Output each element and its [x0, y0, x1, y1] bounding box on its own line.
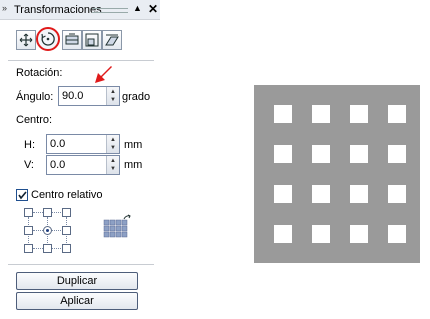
grid-hole: [350, 185, 368, 203]
grid-hole: [350, 105, 368, 123]
panel-grip-icon[interactable]: [92, 8, 128, 13]
panel-titlebar: » Transformaciones ▲ ✕: [0, 0, 160, 20]
anchor-point-selector: [24, 208, 80, 253]
spin-down-icon[interactable]: ▼: [110, 166, 116, 172]
anchor-center[interactable]: [43, 226, 52, 235]
angle-value: 90.0: [62, 90, 84, 102]
red-arrow-icon: [95, 66, 112, 83]
v-value: 0.0: [50, 159, 66, 171]
duplicate-button-label: Duplicar: [56, 275, 98, 287]
h-value: 0.0: [50, 138, 66, 150]
grid-hole: [312, 105, 330, 123]
duplicate-button[interactable]: Duplicar: [16, 272, 138, 290]
spin-up-icon[interactable]: ▲: [110, 89, 116, 95]
mirror-tool-button[interactable]: [62, 30, 82, 50]
grid-hole: [312, 225, 330, 243]
grid-hole: [274, 225, 292, 243]
divider: [8, 264, 154, 265]
angle-label: Ángulo:: [16, 91, 54, 103]
h-label: H:: [24, 139, 35, 151]
anchor-bottom-right[interactable]: [62, 244, 71, 253]
rotate-tool-button[interactable]: [36, 27, 60, 51]
anchor-middle-left[interactable]: [24, 226, 33, 235]
angle-spinbox[interactable]: 90.0 ▲ ▼: [58, 86, 120, 106]
v-unit: mm: [124, 159, 143, 171]
position-tool-button[interactable]: [16, 30, 36, 50]
grid-hole: [274, 185, 292, 203]
spin-up-icon[interactable]: ▲: [110, 137, 116, 143]
grid-hole: [312, 185, 330, 203]
anchor-bottom-left[interactable]: [24, 244, 33, 253]
relative-center-checkbox[interactable]: [16, 189, 28, 201]
grid-hole: [388, 105, 406, 123]
rotate-tool-icon: [41, 32, 55, 46]
grid-hole: [274, 145, 292, 163]
center-label: Centro:: [16, 114, 53, 126]
anchor-top-left[interactable]: [24, 208, 33, 217]
angle-unit: grado: [122, 91, 151, 103]
h-spinbox[interactable]: 0.0 ▲ ▼: [46, 134, 120, 154]
apply-button[interactable]: Aplicar: [16, 292, 138, 310]
grid-hole: [312, 145, 330, 163]
size-tool-button[interactable]: [82, 30, 102, 50]
spin-down-icon[interactable]: ▼: [110, 145, 116, 151]
skew-tool-icon: [105, 34, 119, 46]
grid-hole: [350, 225, 368, 243]
panel-expand-icon[interactable]: »: [2, 3, 7, 13]
collapse-arrow-icon[interactable]: ▲: [133, 3, 142, 13]
h-unit: mm: [124, 139, 143, 151]
size-tool-icon: [85, 33, 99, 47]
rotation-preview-icon: [103, 214, 131, 238]
panel-title: Transformaciones: [14, 4, 102, 16]
checkmark-icon: [18, 191, 27, 200]
close-icon[interactable]: ✕: [148, 2, 158, 16]
skew-tool-button[interactable]: [102, 30, 122, 50]
divider: [8, 60, 154, 61]
h-stepper[interactable]: ▲ ▼: [106, 135, 119, 153]
grid-hole: [388, 145, 406, 163]
rotated-object-preview: [254, 85, 420, 263]
position-tool-icon: [19, 33, 33, 47]
mirror-tool-icon: [65, 33, 79, 45]
grid-hole: [274, 105, 292, 123]
transform-mode-toolbar: [16, 27, 126, 51]
v-spinbox[interactable]: 0.0 ▲ ▼: [46, 155, 120, 175]
spin-up-icon[interactable]: ▲: [110, 158, 116, 164]
anchor-middle-right[interactable]: [62, 226, 71, 235]
grid-hole: [350, 145, 368, 163]
v-stepper[interactable]: ▲ ▼: [106, 156, 119, 174]
anchor-bottom-center[interactable]: [43, 244, 52, 253]
v-label: V:: [24, 159, 34, 171]
relative-center-label: Centro relativo: [31, 189, 103, 201]
rotation-label: Rotación:: [16, 67, 63, 79]
apply-button-label: Aplicar: [60, 295, 94, 307]
transformations-panel: » Transformaciones ▲ ✕ Rotación: Ángulo:…: [0, 0, 160, 319]
anchor-top-center[interactable]: [43, 208, 52, 217]
anchor-top-right[interactable]: [62, 208, 71, 217]
grid-hole: [388, 225, 406, 243]
spin-down-icon[interactable]: ▼: [110, 97, 116, 103]
angle-stepper[interactable]: ▲ ▼: [106, 87, 119, 105]
grid-hole: [388, 185, 406, 203]
